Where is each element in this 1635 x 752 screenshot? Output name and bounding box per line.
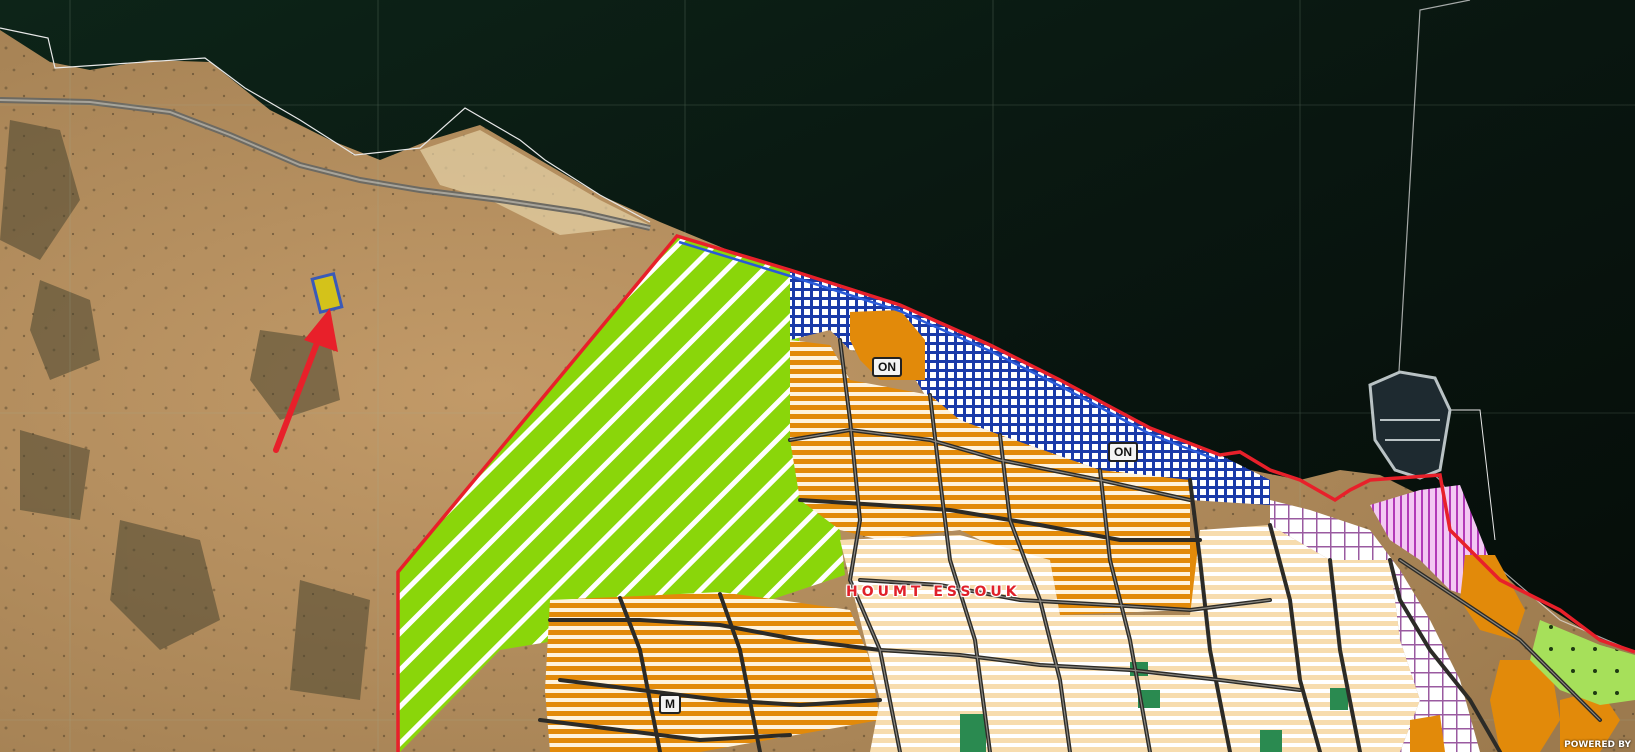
zone-label-m: M (659, 694, 681, 714)
town-name-label: HOUMT ESSOUK (846, 584, 1021, 600)
map-attribution: POWERED BY (1564, 740, 1631, 750)
zone-label-on-1: ON (872, 357, 902, 377)
map-canvas[interactable] (0, 0, 1635, 752)
map-view[interactable]: ON ON M HOUMT ESSOUK POWERED BY (0, 0, 1635, 752)
zone-label-on-2: ON (1108, 442, 1138, 462)
